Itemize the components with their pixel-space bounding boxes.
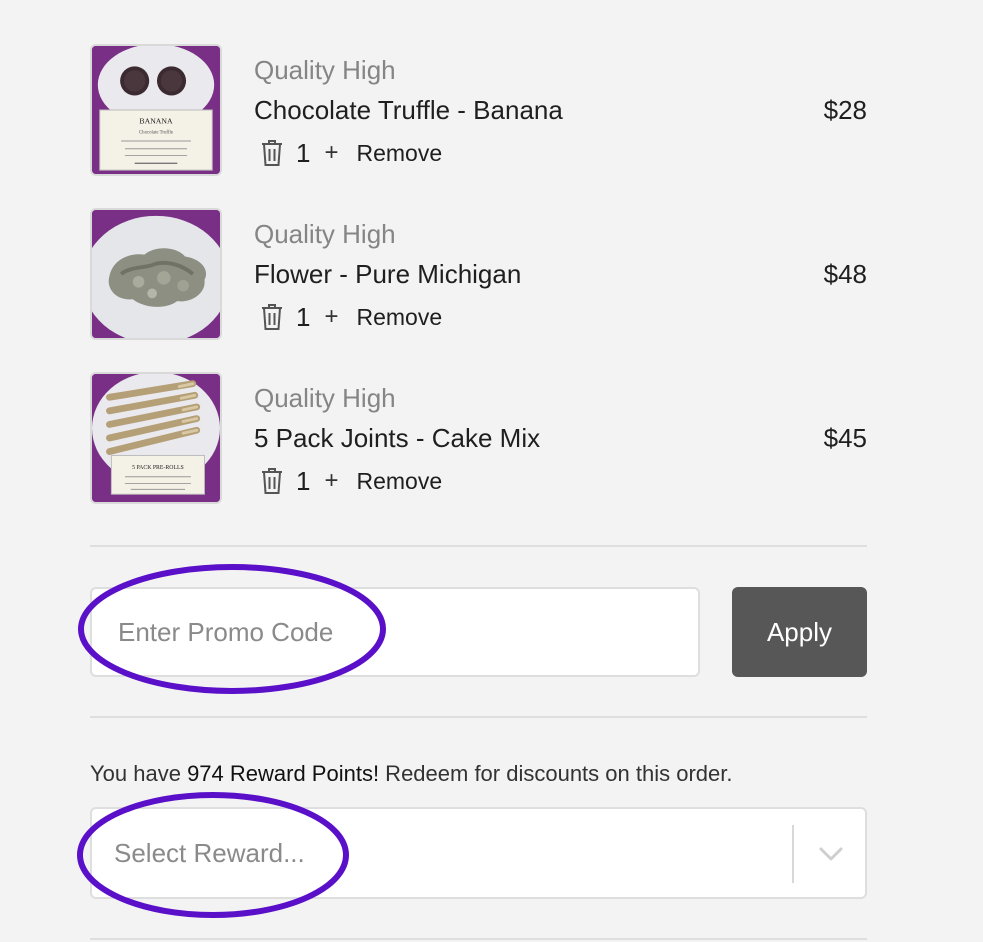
remove-button[interactable]: Remove <box>356 140 442 167</box>
cart-item: Quality High Flower - Pure Michigan $48 … <box>90 208 867 372</box>
apply-promo-button[interactable]: Apply <box>732 587 867 677</box>
item-price: $28 <box>823 95 867 125</box>
product-image-chocolate-truffle[interactable]: BANANA Chocolate Truffle <box>90 44 222 176</box>
trash-icon[interactable] <box>260 139 284 167</box>
product-image-joints[interactable]: 5 PACK PRE-ROLLS <box>90 372 222 504</box>
remove-button[interactable]: Remove <box>356 304 442 331</box>
quantity-value: 1 <box>296 137 311 168</box>
trash-icon[interactable] <box>260 303 284 331</box>
quantity-controls: 1 + Remove <box>260 465 442 497</box>
increase-quantity-button[interactable]: + <box>324 139 338 167</box>
product-photo <box>92 210 220 338</box>
item-price: $48 <box>823 259 867 289</box>
item-quality: Quality High <box>254 55 396 85</box>
item-price: $45 <box>823 423 867 453</box>
select-separator <box>792 825 794 883</box>
divider <box>90 545 867 547</box>
thumb-label: 5 PACK PRE-ROLLS <box>132 465 184 471</box>
item-name[interactable]: 5 Pack Joints - Cake Mix <box>254 423 540 454</box>
increase-quantity-button[interactable]: + <box>324 467 338 495</box>
cart-item: 5 PACK PRE-ROLLS Quality High 5 Pack Joi… <box>90 372 867 536</box>
reward-select[interactable]: Select Reward... <box>90 807 867 899</box>
cart-items: BANANA Chocolate Truffle Quality High Ch… <box>90 44 867 536</box>
product-image-flower[interactable] <box>90 208 222 340</box>
thumb-sublabel: Chocolate Truffle <box>139 130 173 135</box>
quantity-value: 1 <box>296 301 311 332</box>
item-quality: Quality High <box>254 219 396 249</box>
divider <box>90 938 867 940</box>
item-name[interactable]: Chocolate Truffle - Banana <box>254 95 563 126</box>
increase-quantity-button[interactable]: + <box>324 303 338 331</box>
promo-code-input[interactable] <box>90 587 700 677</box>
reward-points-prefix: You have <box>90 761 188 786</box>
cart-item: BANANA Chocolate Truffle Quality High Ch… <box>90 44 867 208</box>
reward-select-placeholder: Select Reward... <box>114 838 305 868</box>
divider <box>90 716 867 718</box>
reward-points-suffix: Redeem for discounts on this order. <box>379 761 733 786</box>
quantity-value: 1 <box>296 465 311 496</box>
trash-icon[interactable] <box>260 467 284 495</box>
quantity-controls: 1 + Remove <box>260 301 442 333</box>
reward-points-count: 974 Reward Points! <box>187 761 380 786</box>
chevron-down-icon[interactable] <box>816 843 846 865</box>
product-photo: 5 PACK PRE-ROLLS <box>92 374 220 502</box>
reward-points-message: You have 974 Reward Points! Redeem for d… <box>90 761 732 787</box>
item-quality: Quality High <box>254 383 396 413</box>
quantity-controls: 1 + Remove <box>260 137 442 169</box>
item-name[interactable]: Flower - Pure Michigan <box>254 259 521 290</box>
remove-button[interactable]: Remove <box>356 468 442 495</box>
thumb-label: BANANA <box>139 117 173 126</box>
product-photo: BANANA Chocolate Truffle <box>92 46 220 174</box>
